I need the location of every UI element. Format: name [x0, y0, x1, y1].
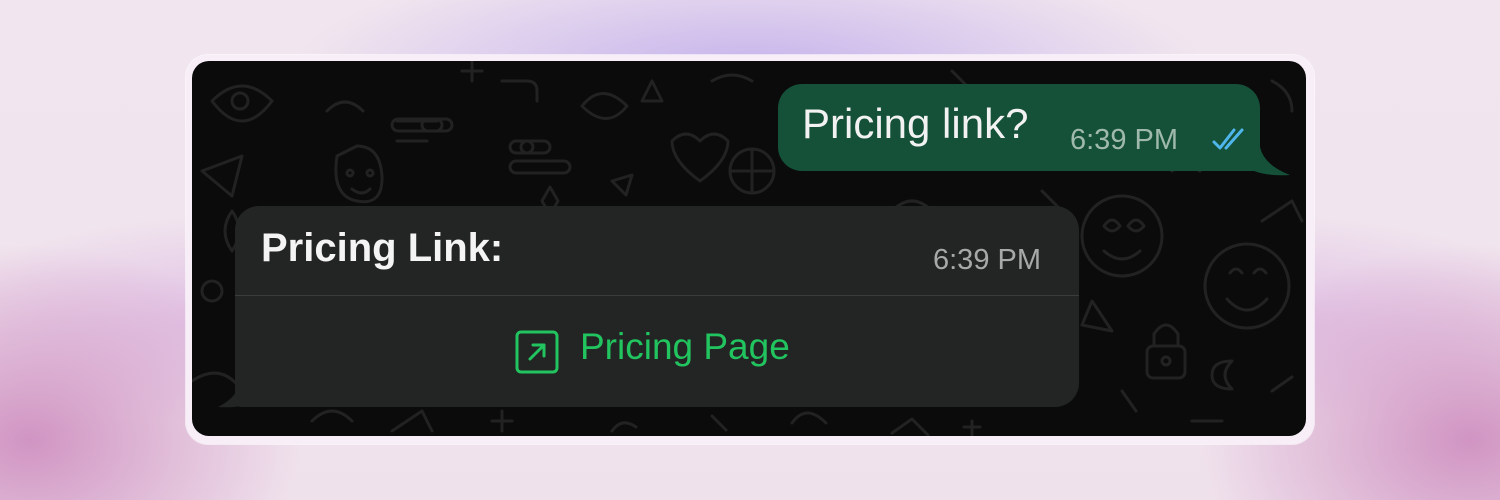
outgoing-message-bubble[interactable]: Pricing link? 6:39 PM	[778, 84, 1260, 171]
link-button-label: Pricing Page	[580, 326, 790, 367]
incoming-message-time: 6:39 PM	[933, 244, 1041, 276]
outgoing-message-text: Pricing link?	[802, 100, 1029, 147]
external-link-icon	[515, 330, 559, 374]
incoming-message-bubble[interactable]: Pricing Link: 6:39 PM Pricing Page	[235, 206, 1079, 407]
window-frame: Pricing link? 6:39 PM Pricing Link: 6:39…	[186, 55, 1314, 444]
incoming-message-title: Pricing Link:	[261, 226, 504, 270]
chat-area[interactable]: Pricing link? 6:39 PM Pricing Link: 6:39…	[192, 61, 1306, 436]
double-check-read-icon	[1212, 128, 1244, 150]
pricing-page-link-button[interactable]: Pricing Page	[235, 296, 1079, 407]
outgoing-message-time: 6:39 PM	[1070, 124, 1178, 156]
